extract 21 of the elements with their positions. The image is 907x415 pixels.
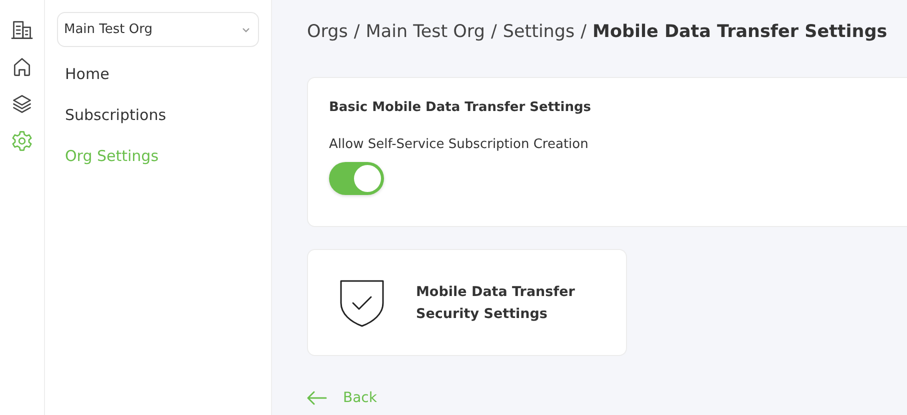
toggle-label: Allow Self-Service Subscription Creation [329,137,590,152]
building-icon[interactable] [11,19,33,41]
home-icon[interactable] [11,56,33,78]
toggle-switch[interactable] [329,162,384,195]
breadcrumb-item[interactable]: Orgs [307,22,348,42]
security-settings-card[interactable]: Mobile Data Transfer Security Settings [307,249,627,356]
breadcrumb-separator: / [490,22,497,42]
arrow-left-icon [307,391,327,405]
org-select[interactable]: Main Test Org [57,12,259,47]
card-title: Mobile Data Transfer Security Settings [416,282,576,324]
shield-check-icon [338,278,386,328]
breadcrumb-separator: / [580,22,587,42]
nav-link[interactable]: Home [57,61,118,88]
breadcrumb-item: Mobile Data Transfer Settings [592,22,888,42]
layers-icon[interactable] [11,93,33,115]
breadcrumb-item[interactable]: Main Test Org [366,22,485,42]
breadcrumb-separator: / [354,22,360,42]
chevron-down-icon [242,26,250,34]
nav-link[interactable]: Subscriptions [57,102,174,129]
breadcrumb-item[interactable]: Settings [502,22,575,42]
card-title: Basic Mobile Data Transfer Settings [329,100,592,115]
